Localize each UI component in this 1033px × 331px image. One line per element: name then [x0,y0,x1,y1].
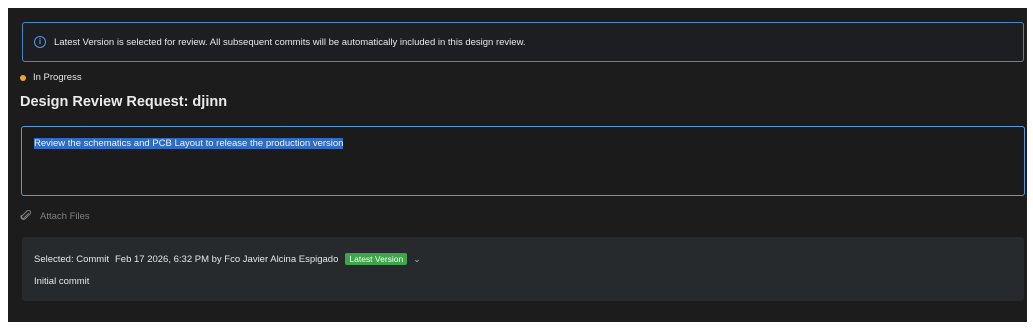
info-banner: i Latest Version is selected for review.… [22,22,1024,62]
info-banner-text: Latest Version is selected for review. A… [54,36,526,48]
chevron-down-icon[interactable]: ⌄ [413,254,421,265]
status-indicator: In Progress [20,72,82,83]
commit-selector[interactable]: Selected: Commit Feb 17 2026, 6:32 PM by… [22,237,1024,301]
attach-files-label[interactable]: Attach Files [40,211,90,222]
commit-message: Initial commit [34,276,90,287]
commit-selected-label: Selected: Commit [34,253,109,265]
status-dot-icon [20,74,26,81]
design-review-panel: i Latest Version is selected for review.… [8,8,1027,322]
info-icon: i [34,36,46,48]
commit-summary[interactable]: Selected: Commit Feb 17 2026, 6:32 PM by… [34,253,421,265]
paperclip-icon [20,210,32,220]
description-textarea[interactable]: Review the schematics and PCB Layout to … [21,126,1025,196]
commit-details: Feb 17 2026, 6:32 PM by Fco Javier Alcin… [114,253,339,265]
description-text[interactable]: Review the schematics and PCB Layout to … [34,138,344,149]
latest-version-badge: Latest Version [345,253,408,265]
status-label: In Progress [33,72,82,83]
attach-files-button[interactable]: Attach Files [20,210,90,222]
page-title: Design Review Request: djinn [20,94,228,110]
